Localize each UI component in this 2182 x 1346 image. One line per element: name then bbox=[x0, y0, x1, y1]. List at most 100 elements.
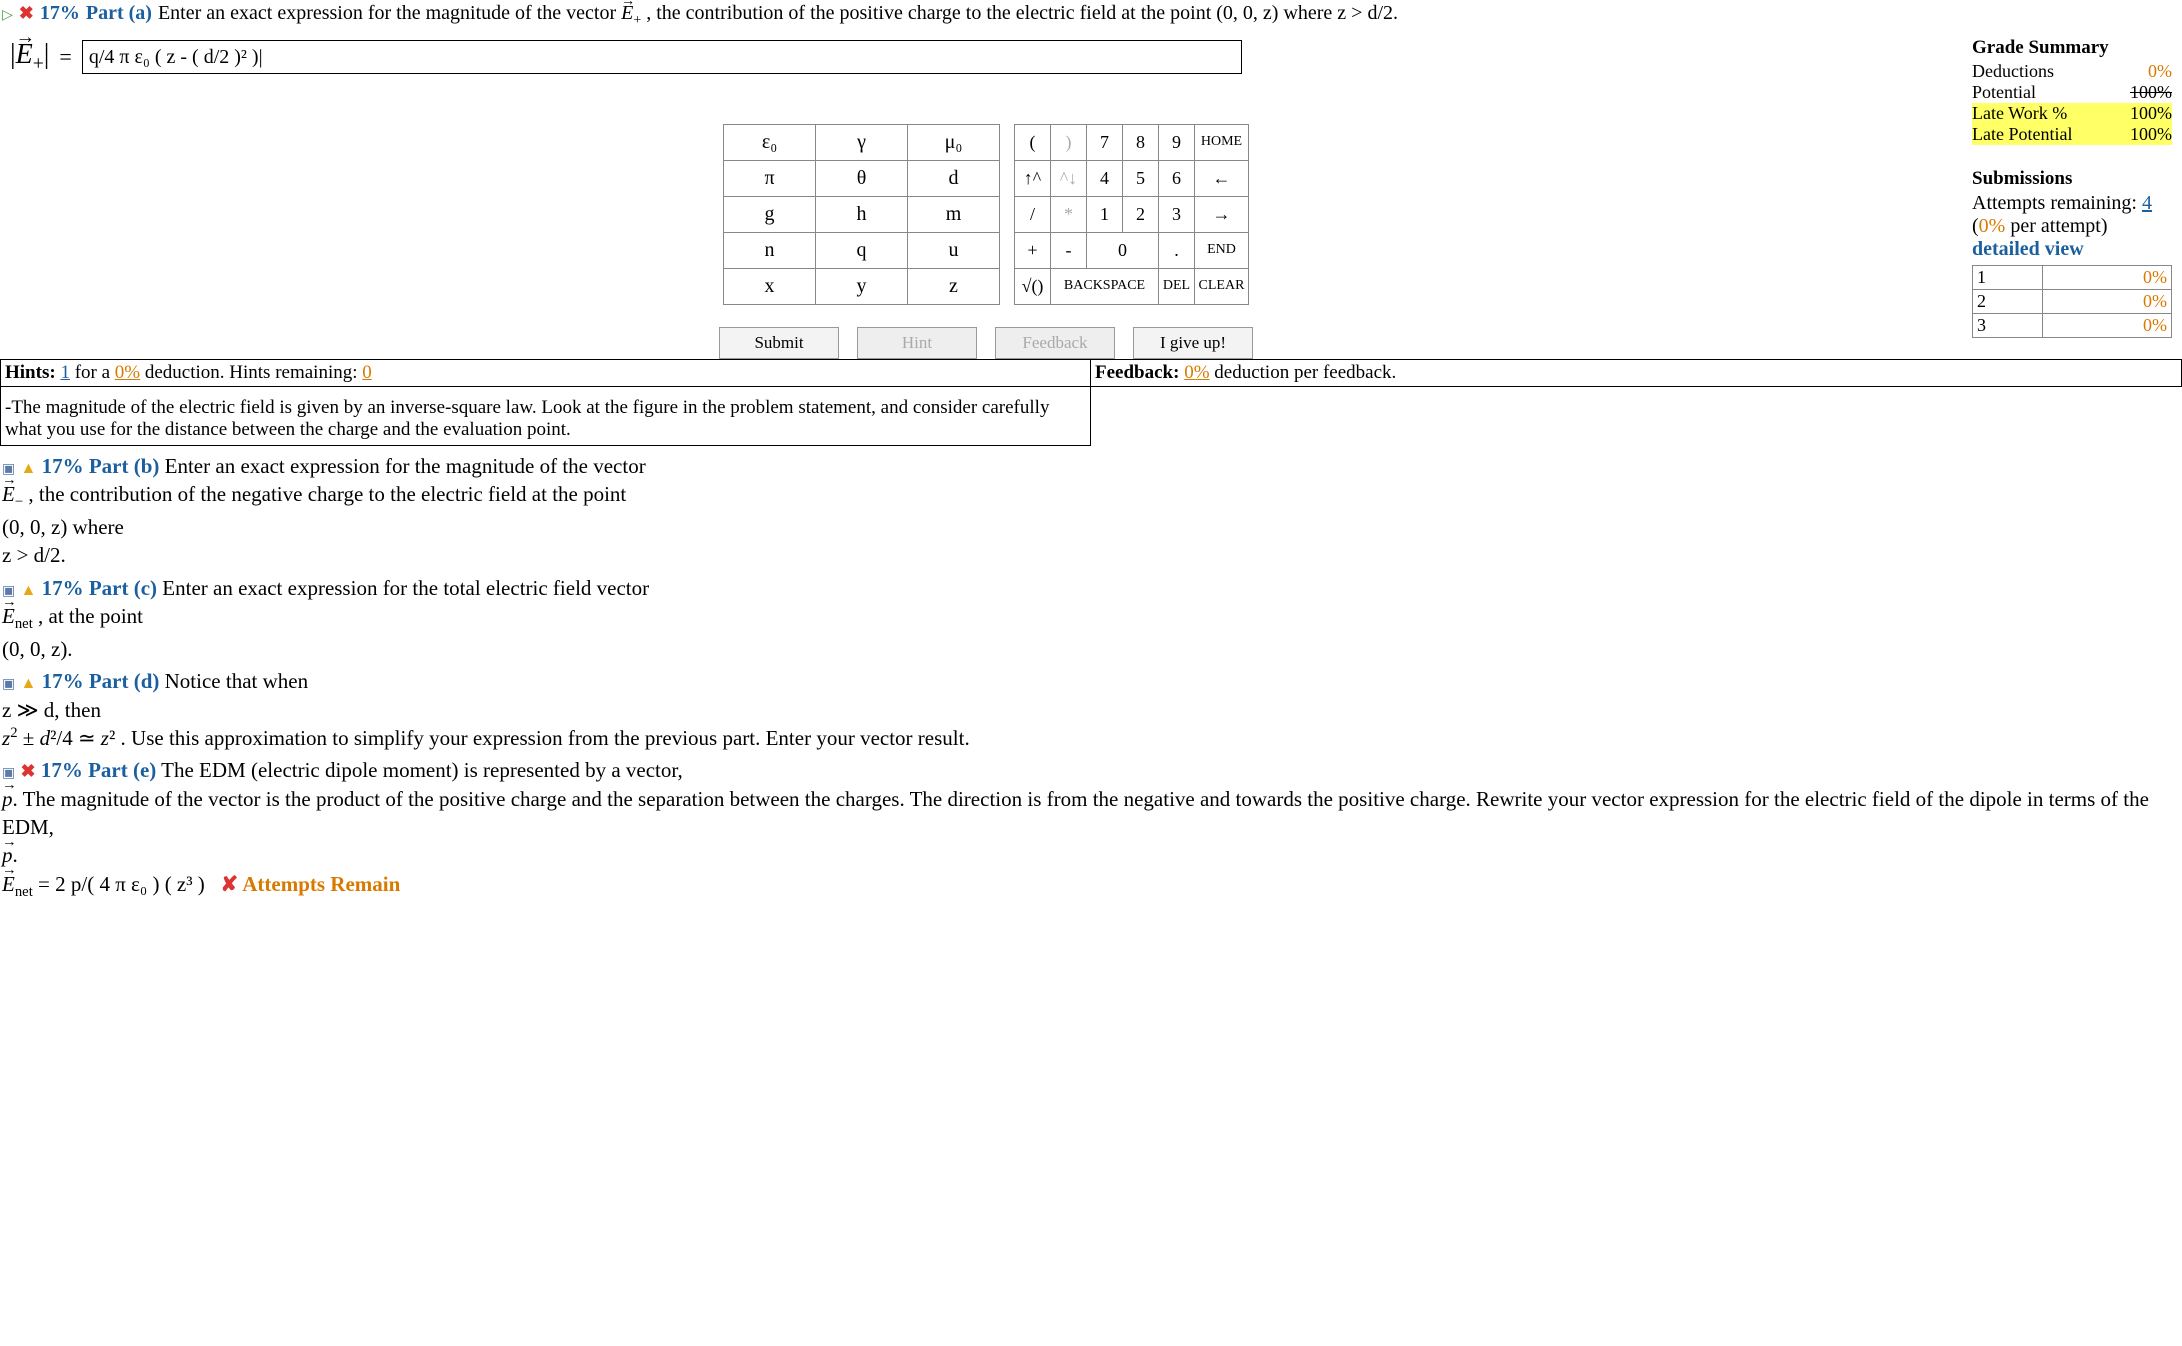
key-z[interactable]: z bbox=[908, 268, 1000, 304]
potential-label: Potential bbox=[1972, 82, 2036, 103]
key-6[interactable]: 6 bbox=[1159, 160, 1195, 196]
keypad: ε₀γμ₀ πθd ghm nqu xyz ( ) 7 8 9 H bbox=[0, 84, 1972, 359]
part-d-pct: 17% bbox=[42, 669, 84, 693]
deductions-val: 0% bbox=[2148, 61, 2172, 82]
part-d-label: Part (d) bbox=[89, 669, 160, 693]
hints-ded-pct: 0% bbox=[115, 362, 140, 383]
submissions-title: Submissions bbox=[1972, 168, 2172, 190]
giveup-button[interactable]: I give up! bbox=[1133, 327, 1253, 359]
part-c-pct: 17% bbox=[42, 576, 84, 600]
key-down-caret[interactable]: ^↓ bbox=[1051, 160, 1087, 196]
key-9[interactable]: 9 bbox=[1159, 124, 1195, 160]
key-eps0[interactable]: ε₀ bbox=[724, 124, 816, 160]
key-n[interactable]: n bbox=[724, 232, 816, 268]
key-divide[interactable]: / bbox=[1015, 196, 1051, 232]
key-gamma[interactable]: γ bbox=[816, 124, 908, 160]
part-c: ▣ ▲ 17% Part (c) Enter an exact expressi… bbox=[2, 574, 2180, 664]
key-end[interactable]: END bbox=[1195, 232, 1249, 268]
key-clear[interactable]: CLEAR bbox=[1195, 268, 1249, 304]
key-up-caret[interactable]: ↑^ bbox=[1015, 160, 1051, 196]
hint-button[interactable]: Hint bbox=[857, 327, 977, 359]
key-minus[interactable]: - bbox=[1051, 232, 1087, 268]
latework-val: 100% bbox=[2130, 103, 2172, 124]
key-right[interactable]: → bbox=[1195, 196, 1249, 232]
warning-icon: ▲ bbox=[20, 460, 36, 477]
attempts-remain: ✘ Attempts Remain bbox=[221, 872, 401, 896]
hints-count[interactable]: 1 bbox=[60, 362, 70, 383]
detailed-view-link[interactable]: detailed view bbox=[1972, 238, 2084, 260]
equals-sign: = bbox=[59, 44, 71, 70]
symbol-keypad: ε₀γμ₀ πθd ghm nqu xyz bbox=[723, 124, 1000, 305]
sub-row-1-v: 0% bbox=[2043, 266, 2172, 290]
key-d[interactable]: d bbox=[908, 160, 1000, 196]
part-a-prompt: Enter an exact expression for the magnit… bbox=[158, 2, 1398, 29]
key-open-paren[interactable]: ( bbox=[1015, 124, 1051, 160]
key-h[interactable]: h bbox=[816, 196, 908, 232]
per-attempt: (0% per attempt) bbox=[1972, 215, 2172, 238]
key-g[interactable]: g bbox=[724, 196, 816, 232]
part-a-label: Part (a) bbox=[86, 2, 152, 25]
potential-val: 100% bbox=[2130, 82, 2172, 103]
key-y[interactable]: y bbox=[816, 268, 908, 304]
grade-summary: Grade Summary Deductions 0% Potential 100%… bbox=[1972, 37, 2172, 338]
key-sqrt[interactable]: √() bbox=[1015, 268, 1051, 304]
incorrect-icon: ✖ bbox=[20, 761, 35, 781]
hints-remaining: 0 bbox=[362, 362, 372, 383]
feedback-button[interactable]: Feedback bbox=[995, 327, 1115, 359]
sub-row-2-v: 0% bbox=[2043, 290, 2172, 314]
deductions-label: Deductions bbox=[1972, 61, 2054, 82]
key-x[interactable]: x bbox=[724, 268, 816, 304]
key-q[interactable]: q bbox=[816, 232, 908, 268]
key-left[interactable]: ← bbox=[1195, 160, 1249, 196]
latepot-val: 100% bbox=[2130, 124, 2172, 145]
key-theta[interactable]: θ bbox=[816, 160, 908, 196]
part-a-pct: 17% bbox=[40, 2, 80, 25]
key-5[interactable]: 5 bbox=[1123, 160, 1159, 196]
key-dot[interactable]: . bbox=[1159, 232, 1195, 268]
key-home[interactable]: HOME bbox=[1195, 124, 1249, 160]
key-3[interactable]: 3 bbox=[1159, 196, 1195, 232]
key-8[interactable]: 8 bbox=[1123, 124, 1159, 160]
warning-icon: ▲ bbox=[20, 582, 36, 599]
attempts-remaining: Attempts remaining: 4 bbox=[1972, 192, 2172, 215]
latepot-label: Late Potential bbox=[1972, 124, 2072, 145]
key-2[interactable]: 2 bbox=[1123, 196, 1159, 232]
part-e-label: Part (e) bbox=[88, 758, 156, 782]
latework-label: Late Work % bbox=[1972, 103, 2067, 124]
expand-icon[interactable]: ▷ bbox=[2, 7, 13, 24]
key-0[interactable]: 0 bbox=[1087, 232, 1159, 268]
key-backspace[interactable]: BACKSPACE bbox=[1051, 268, 1159, 304]
submit-button[interactable]: Submit bbox=[719, 327, 839, 359]
part-b: ▣ ▲ 17% Part (b) Enter an exact expressi… bbox=[2, 452, 2180, 570]
collapse-icon[interactable]: ▣ bbox=[2, 677, 15, 692]
numeric-keypad: ( ) 7 8 9 HOME ↑^ ^↓ 4 5 6 bbox=[1014, 124, 1249, 305]
incorrect-icon: ✖ bbox=[19, 3, 34, 24]
key-mu0[interactable]: μ₀ bbox=[908, 124, 1000, 160]
answer-input[interactable]: q/4 π ε₀ ( z - ( d/2 )² )| bbox=[82, 40, 1242, 74]
part-a-header: ▷ ✖ 17% Part (a) Enter an exact expressi… bbox=[0, 0, 2182, 31]
key-1[interactable]: 1 bbox=[1087, 196, 1123, 232]
key-del[interactable]: DEL bbox=[1159, 268, 1195, 304]
abs-open: |→E+| bbox=[10, 39, 49, 76]
key-close-paren[interactable]: ) bbox=[1051, 124, 1087, 160]
sub-row-3-n: 3 bbox=[1973, 314, 2043, 338]
key-m[interactable]: m bbox=[908, 196, 1000, 232]
key-multiply[interactable]: * bbox=[1051, 196, 1087, 232]
key-4[interactable]: 4 bbox=[1087, 160, 1123, 196]
submissions-table: 10% 20% 30% bbox=[1972, 265, 2172, 338]
part-b-label: Part (b) bbox=[89, 454, 160, 478]
key-u[interactable]: u bbox=[908, 232, 1000, 268]
sub-row-3-v: 0% bbox=[2043, 314, 2172, 338]
sub-row-1-n: 1 bbox=[1973, 266, 2043, 290]
key-7[interactable]: 7 bbox=[1087, 124, 1123, 160]
summary-title: Grade Summary bbox=[1972, 37, 2172, 59]
hint-body: -The magnitude of the electric field is … bbox=[0, 387, 1091, 446]
answer-row: |→E+| = q/4 π ε₀ ( z - ( d/2 )² )| bbox=[10, 39, 1972, 76]
key-pi[interactable]: π bbox=[724, 160, 816, 196]
feedback-header: Feedback: 0% deduction per feedback. bbox=[1091, 360, 2181, 386]
key-plus[interactable]: + bbox=[1015, 232, 1051, 268]
part-c-label: Part (c) bbox=[89, 576, 157, 600]
part-b-pct: 17% bbox=[42, 454, 84, 478]
part-e-pct: 17% bbox=[41, 758, 83, 782]
action-buttons: Submit Hint Feedback I give up! bbox=[719, 327, 1253, 359]
